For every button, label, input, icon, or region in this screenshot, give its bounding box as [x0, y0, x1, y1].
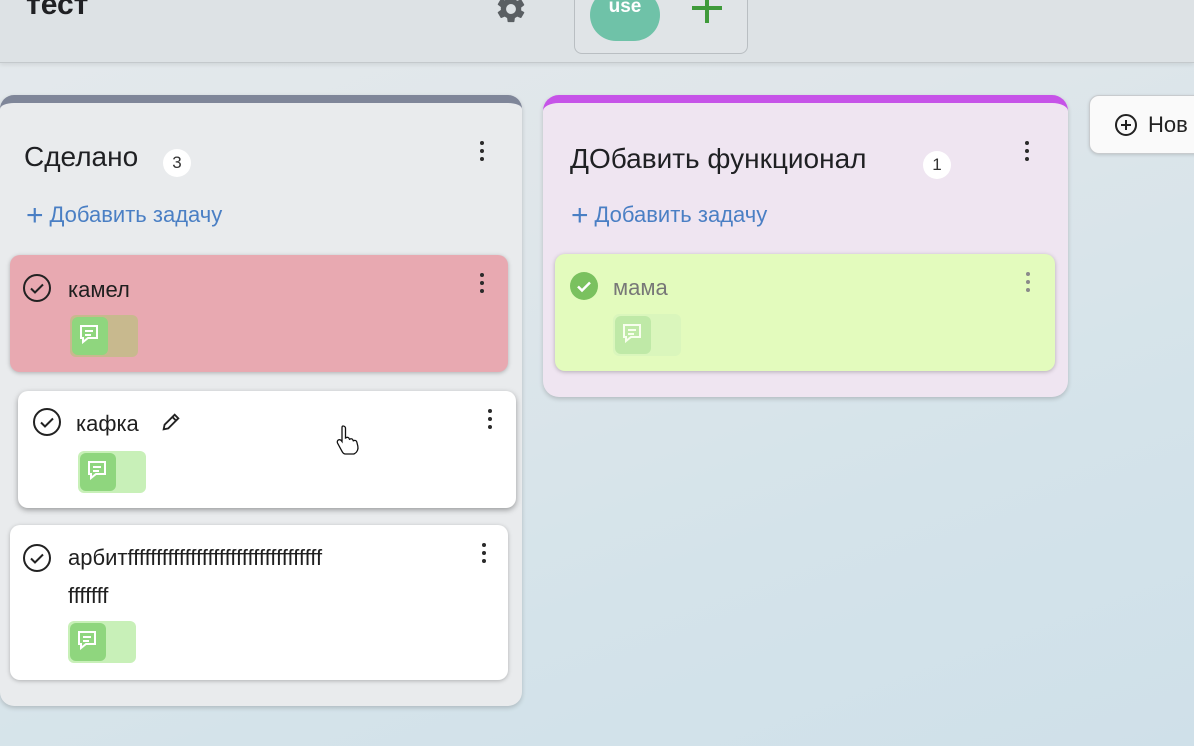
task-title: кафка [76, 411, 139, 436]
task-menu-icon[interactable] [477, 273, 487, 299]
column-menu-icon[interactable] [1022, 141, 1032, 167]
new-column-button[interactable]: Нов [1089, 95, 1194, 154]
task-card[interactable]: мама [555, 254, 1055, 371]
task-menu-icon[interactable] [485, 409, 495, 435]
task-menu-icon[interactable] [1023, 272, 1033, 298]
hand-cursor-icon [336, 425, 359, 455]
column-title: Сделано [24, 141, 139, 172]
board-title: тест [26, 0, 89, 21]
task-menu-icon[interactable] [479, 543, 489, 569]
task-title: камел [68, 277, 130, 302]
task-card[interactable]: камел [10, 255, 508, 372]
column-menu-icon[interactable] [477, 141, 487, 167]
board-members: use [574, 0, 748, 54]
check-circle-icon[interactable] [22, 543, 52, 573]
column-add-functionality: ДОбавить функционал 1 + Добавить задачу м… [543, 95, 1068, 397]
check-circle-filled-icon[interactable] [569, 271, 599, 301]
column-title: ДОбавить функционал [570, 143, 867, 174]
comments-chip[interactable] [68, 621, 136, 663]
comments-chip[interactable] [70, 315, 138, 357]
task-count-badge: 1 [923, 151, 951, 179]
add-task-button[interactable]: + Добавить задачу [571, 199, 767, 233]
check-circle-icon[interactable] [32, 407, 62, 437]
task-card[interactable]: арбитffffffffffffffffffffffffffffffffff … [10, 525, 508, 680]
plus-circle-icon [1115, 114, 1137, 136]
task-title-continued: fffffff [68, 583, 109, 608]
comment-icon [88, 461, 106, 481]
comment-icon [623, 324, 641, 344]
column-done: Сделано 3 +Добавить задачу камел кафка [0, 95, 522, 706]
comments-chip[interactable] [78, 451, 146, 493]
top-bar: тест use [0, 0, 1194, 63]
plus-icon: + [26, 199, 44, 232]
task-title: арбитffffffffffffffffffffffffffffffffff [68, 545, 323, 570]
plus-icon[interactable] [687, 0, 727, 31]
check-circle-icon[interactable] [22, 273, 52, 303]
plus-icon: + [571, 199, 589, 232]
task-title: мама [613, 275, 668, 300]
gear-icon[interactable] [494, 0, 528, 26]
task-count-badge: 3 [163, 149, 191, 177]
comment-icon [78, 631, 96, 651]
task-card[interactable]: кафка [18, 391, 516, 508]
comments-chip[interactable] [613, 314, 681, 356]
comment-icon [80, 325, 98, 345]
new-column-label: Нов [1148, 112, 1188, 137]
add-task-button[interactable]: + Добавить задачу [26, 199, 222, 233]
pencil-icon[interactable] [160, 411, 182, 433]
avatar[interactable]: use [590, 0, 660, 41]
